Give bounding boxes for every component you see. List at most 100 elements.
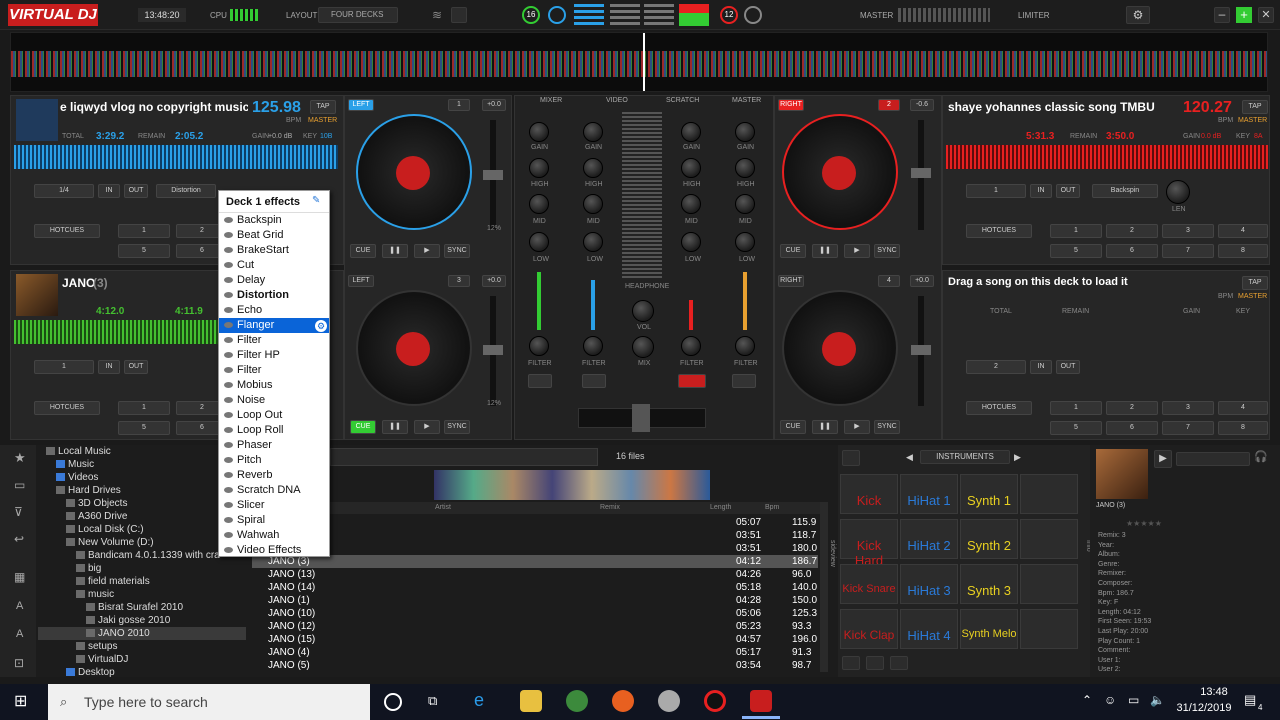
- deck2-hotcue-7[interactable]: 7: [1162, 244, 1214, 258]
- ch2-high-knob[interactable]: [583, 158, 603, 178]
- deck4-hotcue-8[interactable]: 8: [1218, 421, 1268, 435]
- waveform-icon[interactable]: ≋: [432, 8, 446, 22]
- deck2-number[interactable]: 2: [878, 99, 900, 111]
- tree-item[interactable]: 3D Objects: [38, 497, 246, 510]
- table-row[interactable]: JANO (5) 03:54 98.7: [252, 659, 818, 672]
- deck2-cue-button[interactable]: CUE: [780, 244, 806, 258]
- ch3-headphone-icon[interactable]: [678, 374, 706, 388]
- col-remix[interactable]: Remix: [600, 504, 620, 511]
- pad-prev-icon[interactable]: ◀: [906, 452, 913, 463]
- deck3-waveform[interactable]: [14, 320, 220, 344]
- deck2-hotcue-3[interactable]: 3: [1162, 224, 1214, 238]
- pad-empty[interactable]: [1020, 474, 1078, 514]
- virtualdj-taskbar-icon[interactable]: [750, 690, 772, 712]
- deck2-waveform[interactable]: [946, 145, 1268, 169]
- menu-item-filter-hp[interactable]: Filter HP: [219, 348, 329, 363]
- deck1-cue-button[interactable]: CUE: [350, 244, 376, 258]
- deck1-number[interactable]: 1: [448, 99, 470, 111]
- menu-item-pitch[interactable]: Pitch: [219, 453, 329, 468]
- pin-icon[interactable]: ✎: [312, 195, 320, 206]
- rhythm-waveform[interactable]: [10, 32, 1268, 92]
- deck4-loop-size[interactable]: 2: [966, 360, 1026, 374]
- deck1-effect-select[interactable]: Distortion: [156, 184, 216, 198]
- taskbar-search-input[interactable]: Type here to search: [48, 684, 370, 720]
- ch4-low-knob[interactable]: [735, 232, 755, 252]
- pad-grid-icon[interactable]: [842, 450, 860, 466]
- table-row[interactable]: JANO (10) 05:06 125.3: [252, 607, 818, 620]
- deck4-hotcue-4[interactable]: 4: [1218, 401, 1268, 415]
- deck2-hotcue-4[interactable]: 4: [1218, 224, 1268, 238]
- ch3-high-knob[interactable]: [681, 158, 701, 178]
- tab-master[interactable]: MASTER: [732, 97, 761, 104]
- menu-item-phaser[interactable]: Phaser: [219, 438, 329, 453]
- task-view-icon[interactable]: ⧉: [428, 693, 448, 711]
- deck4-hotcue-6[interactable]: 6: [1106, 421, 1158, 435]
- deck1-hotcue-5[interactable]: 5: [118, 244, 170, 258]
- ch4-headphone-icon[interactable]: [732, 374, 756, 388]
- volume-icon[interactable]: 🔈: [1150, 693, 1165, 707]
- network-app-icon[interactable]: [566, 690, 588, 712]
- people-icon[interactable]: ☺: [1104, 693, 1116, 707]
- tree-item[interactable]: Videos: [38, 471, 246, 484]
- menu-dropdown-icon[interactable]: [451, 7, 467, 23]
- tree-item[interactable]: Local Music: [38, 445, 246, 458]
- tree-item[interactable]: Local Disk (C:): [38, 523, 246, 536]
- col-artist[interactable]: Artist: [435, 504, 451, 511]
- ch2-mid-knob[interactable]: [583, 194, 603, 214]
- tree-item[interactable]: big: [38, 562, 246, 575]
- menu-item-wahwah[interactable]: Wahwah: [219, 528, 329, 543]
- deck2-loop-in[interactable]: IN: [1030, 184, 1052, 198]
- ch2-filter-knob[interactable]: [583, 336, 603, 356]
- settings-gear-icon[interactable]: ⚙: [1126, 6, 1150, 24]
- ch1-filter-knob[interactable]: [529, 336, 549, 356]
- deck1-waveform[interactable]: [14, 145, 338, 169]
- maximize-icon[interactable]: +: [1236, 7, 1252, 23]
- table-row[interactable]: JANO (15) 04:57 196.0: [252, 633, 818, 646]
- table-row[interactable]: JANO (1) 04:28 150.0: [252, 594, 818, 607]
- deck1-sync-button[interactable]: SYNC: [444, 244, 470, 258]
- table-row[interactable]: JANO (4) 05:17 91.3: [252, 646, 818, 659]
- ch1-low-knob[interactable]: [529, 232, 549, 252]
- ch3-filter-knob[interactable]: [681, 336, 701, 356]
- grid-icon[interactable]: ▦: [14, 570, 30, 586]
- taskbar-date[interactable]: 31/12/2019: [1172, 702, 1236, 714]
- tree-item[interactable]: setups: [38, 640, 246, 653]
- cortana-icon[interactable]: [384, 693, 402, 711]
- pad-empty[interactable]: [1020, 609, 1078, 649]
- folder-icon[interactable]: ▭: [14, 478, 30, 492]
- deck2-effect-select[interactable]: Backspin: [1092, 184, 1158, 198]
- menu-item-distortion[interactable]: Distortion: [219, 288, 329, 303]
- menu-item-filter[interactable]: Filter: [219, 363, 329, 378]
- app-icon[interactable]: [658, 690, 680, 712]
- pad-hihat-1[interactable]: HiHat 1: [900, 474, 958, 514]
- ch2-headphone-icon[interactable]: [582, 374, 606, 388]
- menu-item-loop-roll[interactable]: Loop Roll: [219, 423, 329, 438]
- filter-icon[interactable]: ⊽: [14, 505, 30, 521]
- pad-next-icon[interactable]: ▶: [1014, 452, 1021, 463]
- tree-item[interactable]: New Volume (D:): [38, 536, 246, 549]
- ch1-headphone-icon[interactable]: [528, 374, 552, 388]
- deck3-hotcues-select[interactable]: HOTCUES: [34, 401, 100, 415]
- ch1-volume-fader[interactable]: [537, 272, 541, 330]
- tab-mixer[interactable]: MIXER: [540, 97, 562, 104]
- menu-item-flanger[interactable]: Flanger: [219, 318, 329, 333]
- ch4-filter-knob[interactable]: [735, 336, 755, 356]
- file-explorer-icon[interactable]: [520, 690, 542, 712]
- pad-empty[interactable]: [1020, 564, 1078, 604]
- deck4-hotcue-2[interactable]: 2: [1106, 401, 1158, 415]
- pad-kick[interactable]: Kick: [840, 474, 898, 514]
- deck4-hotcue-3[interactable]: 3: [1162, 401, 1214, 415]
- firefox-icon[interactable]: [612, 690, 634, 712]
- font-size-small-icon[interactable]: A: [16, 628, 32, 644]
- tree-item[interactable]: Hard Drives: [38, 484, 246, 497]
- menu-item-echo[interactable]: Echo: [219, 303, 329, 318]
- table-row-selected[interactable]: JANO (3) 04:12 186.7: [252, 555, 818, 568]
- deck-select-left-icon[interactable]: [548, 6, 566, 24]
- deck2-loop-size[interactable]: 1: [966, 184, 1026, 198]
- ch3-low-knob[interactable]: [681, 232, 701, 252]
- deck2-play-button[interactable]: ▶: [844, 244, 870, 258]
- table-row[interactable]: 03:51 180.0: [252, 542, 818, 555]
- deck1-hotcues-select[interactable]: HOTCUES: [34, 224, 100, 238]
- deck2-pitch-slider[interactable]: [911, 168, 931, 178]
- headphone-mix-knob[interactable]: [632, 336, 654, 358]
